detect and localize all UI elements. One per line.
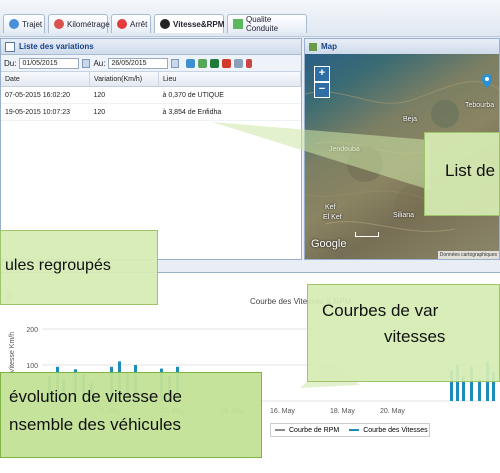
zoom-in-button[interactable]: + xyxy=(314,66,330,82)
tab-trajet[interactable]: Trajet xyxy=(3,14,45,33)
callout-evolution: évolution de vitesse de nsemble des véhi… xyxy=(0,372,262,458)
y-tick-label: 200 xyxy=(26,327,38,334)
from-date-input[interactable]: 01/05/2015 xyxy=(19,57,80,69)
date-filter-toolbar: Du: 01/05/2015 Au: 26/05/2015 xyxy=(1,55,301,72)
variations-panel-header: Liste des variations xyxy=(1,39,301,55)
from-label: Du: xyxy=(4,58,17,68)
excel-export-icon[interactable] xyxy=(210,58,220,68)
print-icon[interactable] xyxy=(234,58,244,68)
callout-curves-line-1: Courbes de var xyxy=(322,301,439,320)
checkmark-icon xyxy=(233,19,243,29)
list-icon xyxy=(5,41,15,52)
map-attribution[interactable]: Données cartographiques xyxy=(437,251,499,259)
table-row[interactable]: 07-05-2015 16:02:20 120 à 0,370 de UTIQU… xyxy=(1,86,301,104)
place-label: Beja xyxy=(403,116,418,123)
column-header-variation[interactable]: Variation(Km/h) xyxy=(89,72,159,87)
legend-item-rpm[interactable]: Courbe de RPM xyxy=(289,427,339,434)
column-header-date[interactable]: Date xyxy=(1,72,90,87)
cell-date: 07-05-2015 16:02:20 xyxy=(1,86,90,104)
callout-list: List de xyxy=(424,132,500,216)
table-header-row: Date Variation(Km/h) Lieu xyxy=(1,72,301,87)
tab-label: Qualite Conduite xyxy=(246,15,279,33)
place-label: Jendouba xyxy=(329,146,360,153)
speedometer-icon xyxy=(160,19,170,29)
refresh-icon[interactable] xyxy=(198,58,208,68)
calendar-icon[interactable] xyxy=(82,58,91,68)
cell-variation: 120 xyxy=(89,103,159,121)
callout-grouped: ules regroupés xyxy=(0,230,158,305)
tab-label: Arrêt xyxy=(130,19,148,29)
tab-label: Vitesse&RPM xyxy=(173,19,225,29)
map-icon xyxy=(309,42,317,51)
x-tick-label: 20. May xyxy=(380,408,405,415)
place-label: Kef xyxy=(325,204,336,211)
x-tick-label: 16. May xyxy=(270,408,295,415)
tab-arret[interactable]: Arrêt xyxy=(111,14,151,33)
pin-icon[interactable] xyxy=(246,58,253,68)
cell-variation: 120 xyxy=(89,86,159,104)
cell-lieu: à 0,370 de UTIQUE xyxy=(158,86,301,104)
tab-kilometrage[interactable]: Kilométrage xyxy=(48,14,110,33)
legend-swatch-rpm xyxy=(275,429,285,431)
panel-title: Map xyxy=(321,42,337,51)
google-logo: Google xyxy=(311,238,347,250)
stop-sign-icon xyxy=(117,19,127,29)
speed-spike xyxy=(478,379,481,401)
panel-title: Liste des variations xyxy=(19,42,94,51)
legend-item-vitesses[interactable]: Courbe des Vitesses xyxy=(363,427,427,434)
y-tick-label: 100 xyxy=(26,363,38,370)
chart-legend: Courbe de RPM Courbe des Vitesses xyxy=(270,423,430,437)
tab-label: Trajet xyxy=(22,19,43,29)
tab-qualite-conduite[interactable]: Qualite Conduite xyxy=(227,14,307,33)
cell-date: 19-05-2015 10:07:23 xyxy=(1,103,90,121)
odometer-icon xyxy=(54,19,64,29)
callout-evolution-line-1: évolution de vitesse de xyxy=(9,387,182,406)
legend-swatch-vitesses xyxy=(349,429,360,431)
to-date-input[interactable]: 26/05/2015 xyxy=(108,57,169,69)
location-marker-icon[interactable] xyxy=(482,74,492,88)
table-row[interactable]: 19-05-2015 10:07:23 120 à 3,854 de Enfid… xyxy=(1,103,301,121)
variations-table: Date Variation(Km/h) Lieu 07-05-2015 16:… xyxy=(1,72,301,121)
zoom-out-button[interactable]: − xyxy=(314,82,330,98)
to-label: Au: xyxy=(93,58,106,68)
variations-panel: Liste des variations Du: 01/05/2015 Au: … xyxy=(0,38,302,260)
map-panel-header: Map xyxy=(305,39,499,55)
column-header-lieu[interactable]: Lieu xyxy=(158,72,301,87)
place-label: Tebourba xyxy=(465,102,495,109)
x-tick-label: 18. May xyxy=(330,408,355,415)
module-tab-bar: Trajet Kilométrage Arrêt Vitesse&RPM Qua… xyxy=(0,0,500,37)
search-icon[interactable] xyxy=(186,58,196,68)
place-label: El Kef xyxy=(323,214,342,221)
callout-curves: Courbes de var vitesses xyxy=(307,284,500,382)
cell-lieu: à 3,854 de Enfidha xyxy=(158,103,301,121)
tab-label: Kilométrage xyxy=(67,19,110,29)
callout-curves-line-2: vitesses xyxy=(384,327,446,346)
y-axis-label: Vitesse Km/h xyxy=(9,332,16,373)
callout-evolution-line-2: nsemble des véhicules xyxy=(9,415,181,434)
route-icon xyxy=(9,19,19,29)
pdf-export-icon[interactable] xyxy=(222,58,232,68)
calendar-icon[interactable] xyxy=(171,58,180,68)
tab-vitesse-rpm[interactable]: Vitesse&RPM xyxy=(154,14,224,33)
place-label: Siliana xyxy=(393,212,415,219)
map-scale-bar xyxy=(355,232,379,237)
